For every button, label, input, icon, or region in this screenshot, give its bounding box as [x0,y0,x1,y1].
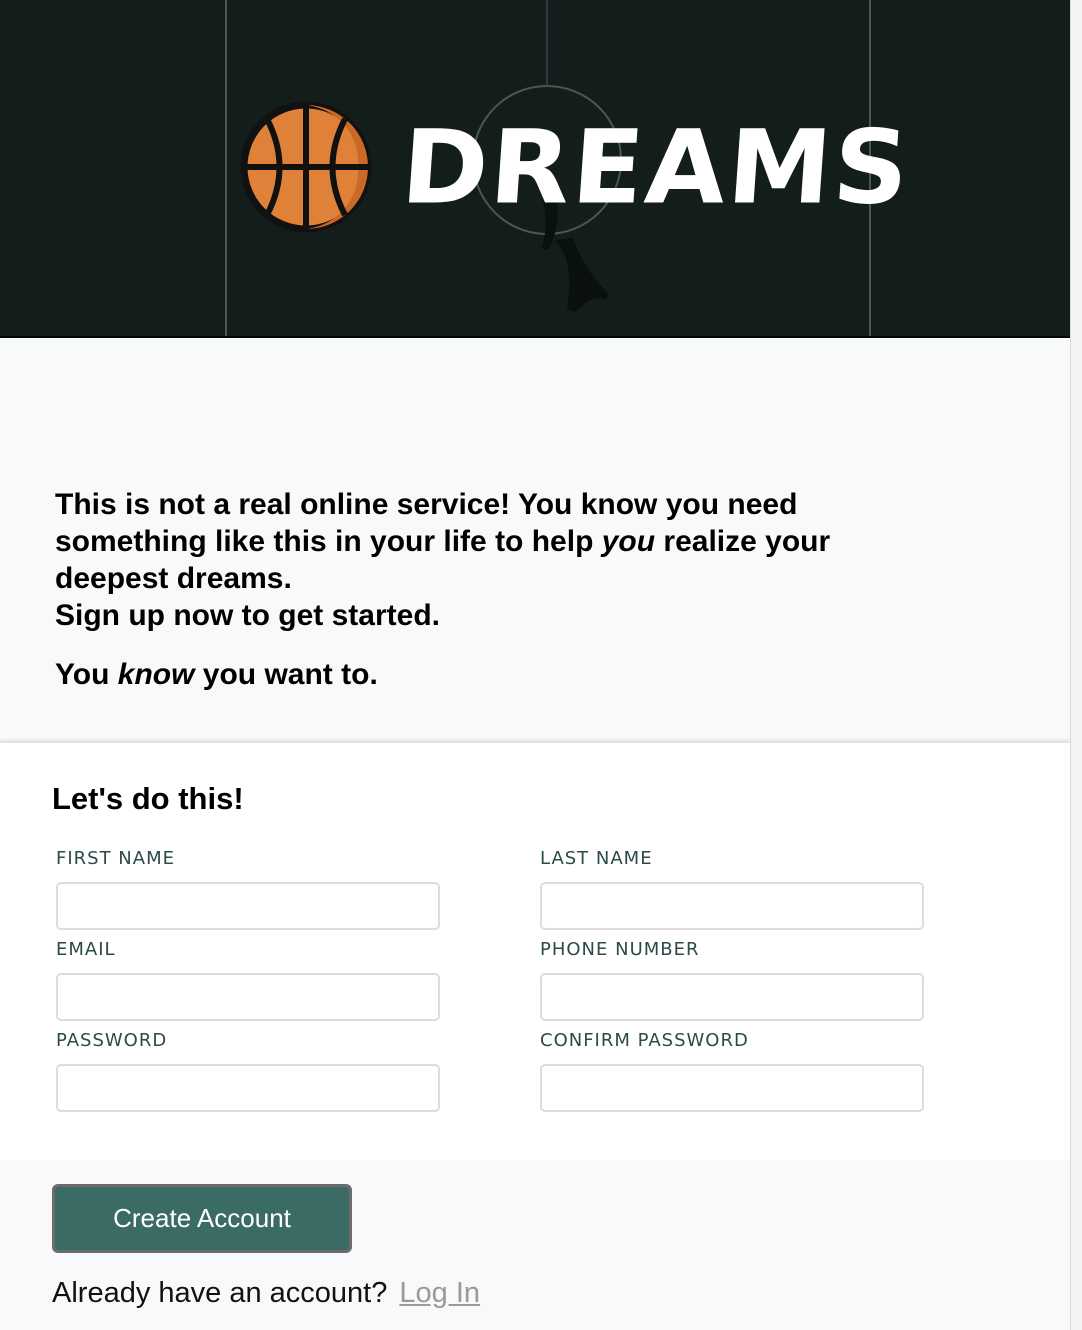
email-group: EMAIL [56,940,440,1021]
form-title: Let's do this! [52,781,244,816]
phone-number-input[interactable] [540,973,924,1021]
hero-banner: DREAMS [0,0,1070,338]
password-group: PASSWORD [56,1031,440,1112]
password-label: PASSWORD [56,1030,168,1051]
brand-name: DREAMS [397,107,915,227]
phone-number-group: PHONE NUMBER [540,940,924,1021]
first-name-input[interactable] [56,882,440,930]
password-input[interactable] [56,1064,440,1112]
confirm-password-label: CONFIRM PASSWORD [540,1030,749,1051]
basketball-icon [240,101,372,233]
last-name-label: LAST NAME [540,848,653,869]
intro-section: This is not a real online service! You k… [0,338,1070,742]
intro-call-to-action: Sign up now to get started. [55,599,440,632]
create-account-button[interactable]: Create Account [52,1184,352,1253]
login-prompt-text: Already have an account? [52,1277,388,1309]
login-link[interactable]: Log In [399,1277,480,1309]
last-name-group: LAST NAME [540,849,924,930]
first-name-label: FIRST NAME [56,848,175,869]
brand-logo: DREAMS [240,100,915,234]
last-name-input[interactable] [540,882,924,930]
signup-form: Let's do this! FIRST NAME LAST NAME EMAI… [0,742,1070,1161]
email-label: EMAIL [56,939,116,960]
confirm-password-group: CONFIRM PASSWORD [540,1031,924,1112]
confirm-password-input[interactable] [540,1064,924,1112]
phone-number-label: PHONE NUMBER [540,939,700,960]
first-name-group: FIRST NAME [56,849,440,930]
form-actions: Create Account Already have an account? … [0,1160,1070,1330]
intro-message: This is not a real online service! You k… [55,488,831,691]
email-input[interactable] [56,973,440,1021]
scrollbar-track[interactable] [1070,0,1082,1330]
login-prompt: Already have an account? Log In [52,1276,480,1310]
